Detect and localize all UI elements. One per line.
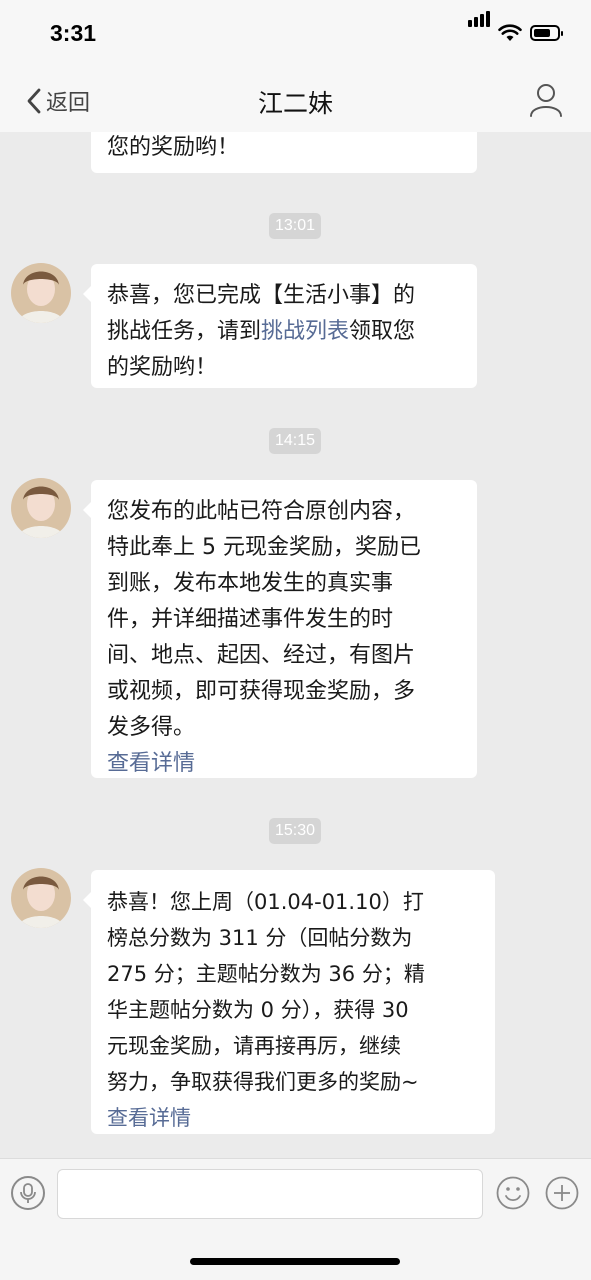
- message-line: 间、地点、起因、经过，有图片: [107, 643, 416, 668]
- message-line: 恭喜！您上周（01.04-01.10）打: [107, 890, 424, 914]
- message-line: 元现金奖励，请再接再厉，继续: [107, 1034, 401, 1058]
- message-timestamp: 13:01: [269, 213, 322, 239]
- message-timestamp: 14:15: [269, 428, 322, 454]
- message-line: 努力，争取获得我们更多的奖励~: [107, 1070, 419, 1094]
- message-line: 到账，发布本地发生的真实事: [107, 571, 394, 596]
- voice-icon[interactable]: [11, 1176, 45, 1210]
- message-line: 的奖励哟！: [107, 355, 218, 380]
- message-timestamp: 15:30: [269, 818, 322, 844]
- avatar[interactable]: [11, 868, 71, 928]
- message-line: 件，并详细描述事件发生的时: [107, 607, 394, 632]
- status-time: 3:31: [50, 20, 97, 46]
- message-line: 275 分；主题帖分数为 36 分；精: [107, 962, 425, 986]
- view-details-link[interactable]: 查看详情: [107, 1100, 479, 1136]
- message-bubble: 恭喜！您上周（01.04-01.10）打 榜总分数为 311 分（回帖分数为 2…: [83, 870, 495, 1136]
- status-bar: 3:31: [0, 0, 591, 70]
- message-input-field[interactable]: [57, 1169, 483, 1219]
- avatar[interactable]: [11, 478, 71, 538]
- message-line: 榜总分数为 311 分（回帖分数为: [107, 926, 413, 950]
- message-line: 华主题帖分数为 0 分），获得 30: [107, 998, 409, 1022]
- message-line: 挑战任务，请到挑战列表领取您: [107, 314, 461, 350]
- message-line: 特此奉上 5 元现金奖励，奖励已: [107, 535, 421, 560]
- message-bubble: 恭喜，您已完成【生活小事】的 挑战任务，请到挑战列表领取您 的奖励哟！: [83, 264, 477, 388]
- profile-icon[interactable]: [528, 82, 564, 118]
- view-details-link[interactable]: 查看详情: [107, 746, 461, 782]
- message-bubble: 您发布的此帖已符合原创内容， 特此奉上 5 元现金奖励，奖励已 到账，发布本地发…: [83, 480, 477, 778]
- message-text: 挑战任务，请到: [107, 319, 262, 344]
- emoji-icon[interactable]: [496, 1176, 530, 1210]
- challenge-list-link[interactable]: 挑战列表: [261, 319, 349, 344]
- chat-title: 江二妹: [257, 89, 333, 118]
- message-line: 或视频，即可获得现金奖励，多: [107, 679, 416, 704]
- wifi-icon: [498, 24, 522, 41]
- battery-icon: [530, 25, 563, 41]
- message-text: 领取您: [349, 319, 416, 344]
- message-line: 您的奖励哟！: [107, 135, 240, 160]
- avatar[interactable]: [11, 263, 71, 323]
- message-line: 您发布的此帖已符合原创内容，: [107, 499, 416, 524]
- message-line: 恭喜，您已完成【生活小事】的: [107, 283, 416, 308]
- home-indicator[interactable]: [190, 1258, 400, 1265]
- message-line: 发多得。: [107, 715, 196, 740]
- message-input[interactable]: [58, 1170, 482, 1218]
- plus-icon[interactable]: [545, 1176, 579, 1210]
